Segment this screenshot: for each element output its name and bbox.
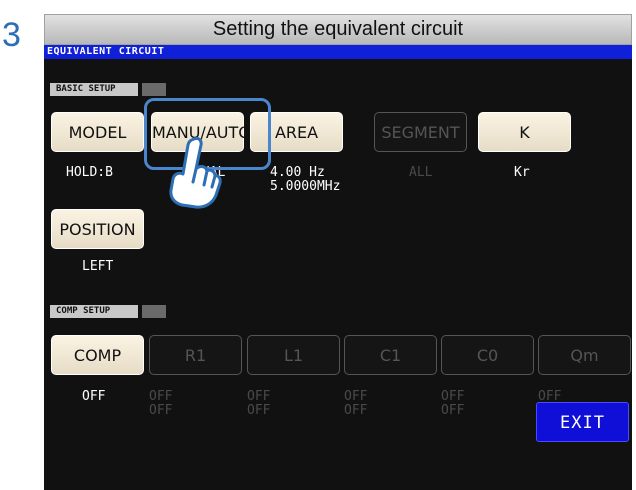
instrument-screen: EQUIVALENT CIRCUIT BASIC SETUP MODEL HOL… — [44, 45, 632, 490]
exit-button[interactable]: EXIT — [536, 402, 629, 442]
l1-value: OFF OFF — [247, 389, 271, 418]
model-button[interactable]: MODEL — [51, 112, 144, 152]
comp-value: OFF — [82, 389, 106, 404]
comp-button[interactable]: COMP — [51, 335, 144, 375]
segment-value: ALL — [409, 165, 433, 180]
position-value: LEFT — [82, 259, 114, 274]
c0-button: C0 — [441, 335, 534, 375]
model-value: HOLD:B — [66, 165, 113, 180]
basic-setup-divider — [142, 83, 166, 96]
pointing-hand-icon — [169, 136, 222, 209]
basic-setup-label: BASIC SETUP — [50, 83, 138, 96]
comp-setup-divider — [142, 305, 166, 318]
r1-button: R1 — [149, 335, 242, 375]
k-value: Kr — [514, 165, 530, 180]
l1-button: L1 — [247, 335, 340, 375]
step-number: 3 — [2, 16, 21, 54]
segment-button: SEGMENT — [374, 112, 467, 152]
c1-value: OFF OFF — [344, 389, 368, 418]
c0-value: OFF OFF — [441, 389, 465, 418]
r1-value: OFF OFF — [149, 389, 173, 418]
c1-button: C1 — [344, 335, 437, 375]
area-value: 4.00 Hz 5.0000MHz — [270, 165, 341, 194]
screen-title: EQUIVALENT CIRCUIT — [44, 45, 632, 59]
step-heading: Setting the equivalent circuit — [44, 14, 632, 45]
k-button[interactable]: K — [478, 112, 571, 152]
position-button[interactable]: POSITION — [51, 209, 144, 249]
comp-setup-label: COMP SETUP — [50, 305, 138, 318]
qm-button: Qm — [538, 335, 631, 375]
